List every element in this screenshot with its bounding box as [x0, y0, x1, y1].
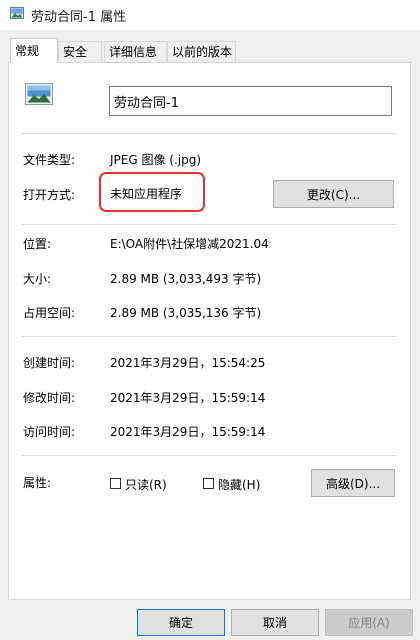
- readonly-checkbox[interactable]: [110, 478, 121, 489]
- image-file-icon: [10, 7, 24, 19]
- file-type-label: 文件类型:: [23, 153, 76, 167]
- image-file-icon: [25, 83, 53, 105]
- advanced-button[interactable]: 高级(D)...: [311, 469, 395, 497]
- size-value: 2.89 MB (3,033,493 字节): [110, 272, 262, 286]
- hidden-checkbox[interactable]: [203, 478, 214, 489]
- modified-label: 修改时间:: [23, 391, 76, 405]
- window-title: 劳动合同-1 属性: [31, 10, 127, 25]
- separator: [22, 224, 396, 225]
- accessed-label: 访问时间:: [23, 425, 76, 439]
- hidden-label: 隐藏(H): [218, 478, 261, 492]
- location-label: 位置:: [23, 237, 52, 251]
- ok-button[interactable]: 确定: [137, 609, 225, 636]
- change-button[interactable]: 更改(C)...: [273, 180, 394, 208]
- separator: [22, 336, 396, 337]
- separator: [22, 133, 396, 134]
- red-highlight-box: [99, 172, 205, 212]
- file-type-value: JPEG 图像 (.jpg): [110, 153, 202, 167]
- file-name-field[interactable]: [109, 86, 392, 116]
- size-label: 大小:: [23, 272, 52, 286]
- accessed-value: 2021年3月29日，15:59:14: [110, 425, 266, 439]
- readonly-label: 只读(R): [125, 478, 167, 492]
- cancel-button[interactable]: 取消: [231, 609, 319, 636]
- tab-previous-versions[interactable]: 以前的版本: [167, 41, 236, 62]
- tab-security[interactable]: 安全: [58, 41, 102, 62]
- location-value: E:\OA附件\社保增减2021.04: [110, 237, 269, 251]
- separator: [22, 455, 396, 456]
- size-on-disk-value: 2.89 MB (3,035,136 字节): [110, 306, 262, 320]
- apply-button[interactable]: 应用(A): [325, 609, 413, 636]
- attributes-label: 属性:: [23, 476, 52, 490]
- tab-general[interactable]: 常规: [10, 38, 58, 63]
- general-tab-panel: [8, 62, 411, 600]
- tab-details[interactable]: 详细信息: [104, 41, 167, 62]
- created-value: 2021年3月29日，15:54:25: [110, 356, 266, 370]
- size-on-disk-label: 占用空间:: [23, 306, 76, 320]
- modified-value: 2021年3月29日，15:59:14: [110, 391, 266, 405]
- open-with-label: 打开方式:: [23, 188, 76, 202]
- created-label: 创建时间:: [23, 356, 76, 370]
